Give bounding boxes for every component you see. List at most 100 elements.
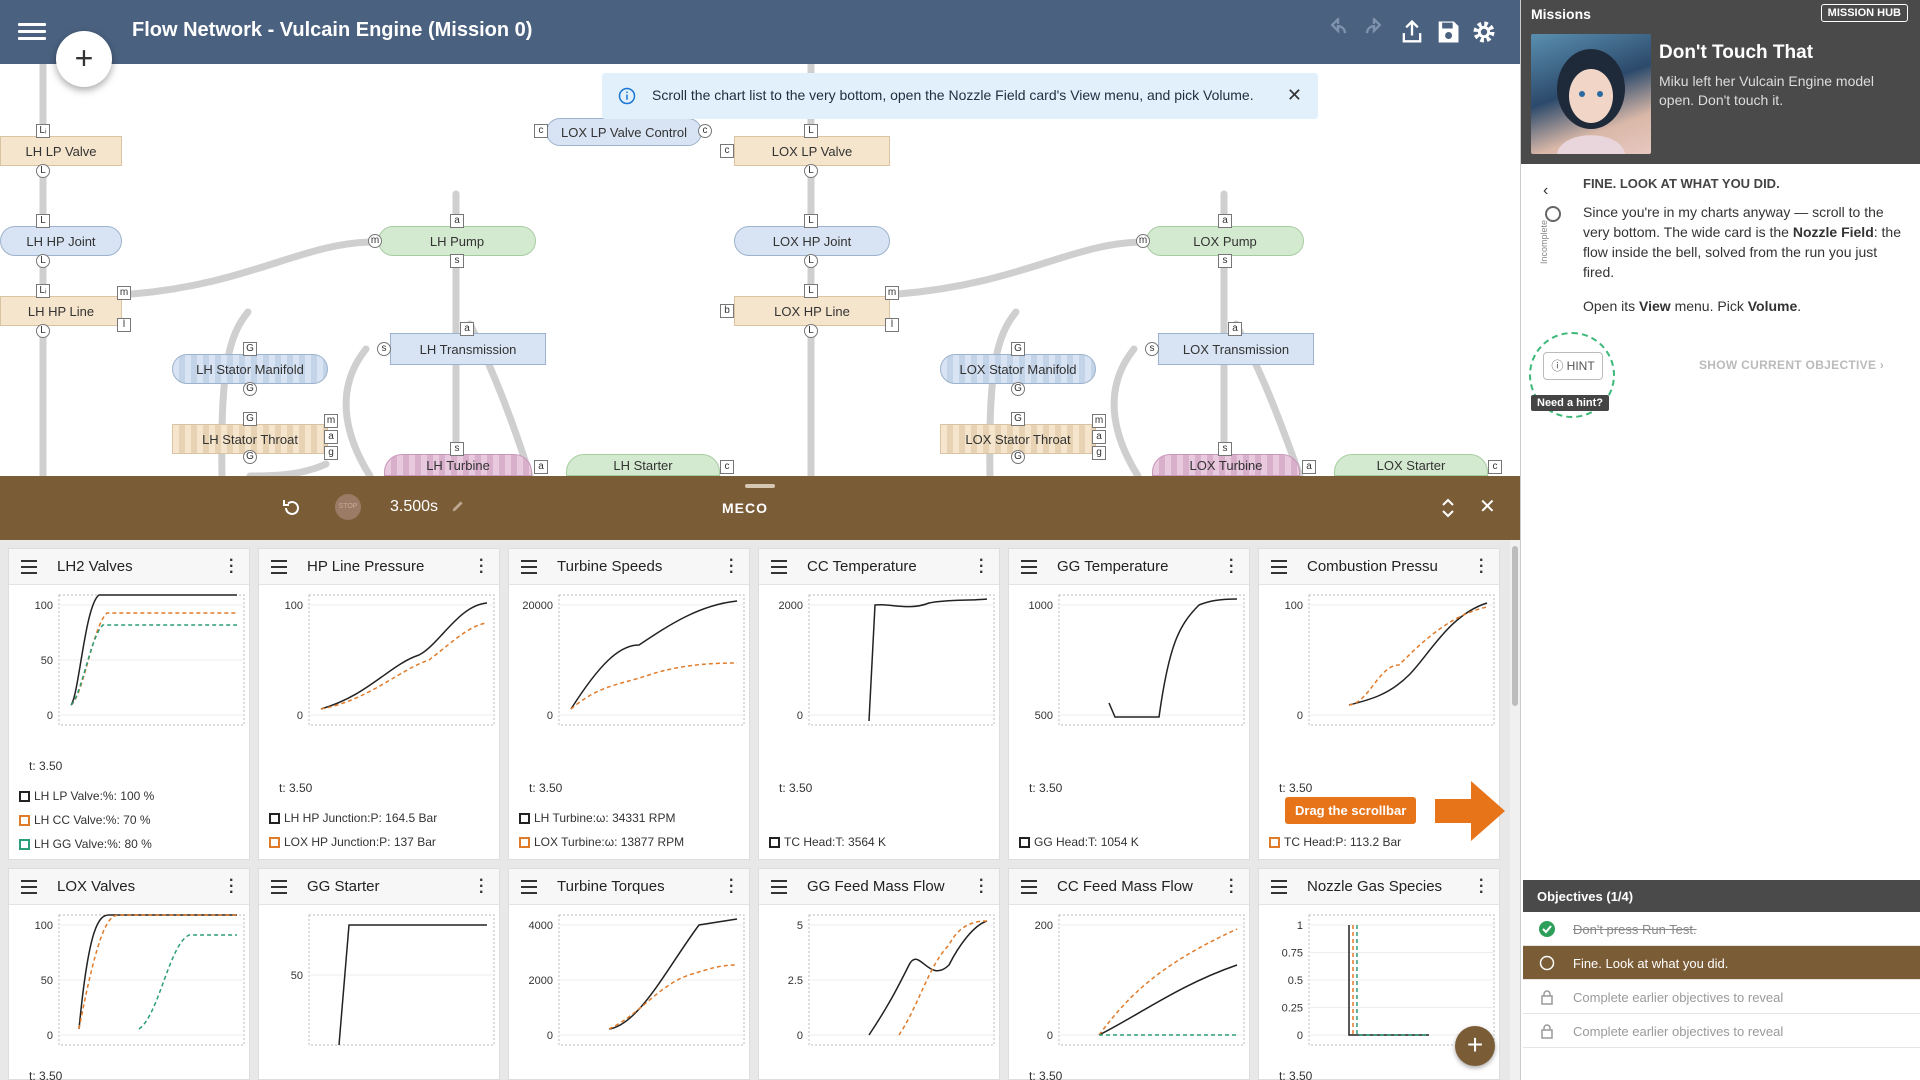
legend-item[interactable]: TC Head:T: 3564 K (769, 835, 886, 849)
redo-icon[interactable] (1360, 18, 1388, 46)
node-lox-starter[interactable]: LOX Starter (1334, 454, 1488, 476)
chart-card-header[interactable]: Turbine Speeds · · · (509, 549, 749, 585)
port[interactable]: G (1011, 382, 1025, 396)
node-lh-hp-line[interactable]: LH HP Line (0, 296, 122, 326)
chart-card-header[interactable]: Turbine Torques · · · (509, 869, 749, 905)
chart-card[interactable]: HP Line Pressure · · · 100 0 t: 3.50 LH HP Junc… (258, 548, 500, 860)
port[interactable]: G (243, 412, 257, 426)
more-vert-icon[interactable]: · · · (979, 873, 985, 901)
more-vert-icon[interactable]: · · · (229, 873, 235, 901)
port[interactable]: L (804, 254, 818, 268)
port[interactable]: L (804, 324, 818, 338)
chevron-left-icon[interactable]: ‹ (1543, 182, 1548, 200)
node-lox-turbine[interactable]: LOX Turbine (1152, 454, 1300, 476)
port[interactable]: c (534, 124, 548, 138)
objective-item[interactable]: Fine. Look at what you did. (1523, 946, 1920, 980)
port[interactable]: G (1011, 450, 1025, 464)
port[interactable]: a (324, 430, 338, 444)
node-lox-pump[interactable]: LOX Pump (1146, 226, 1304, 256)
port[interactable]: m (885, 286, 899, 300)
close-icon[interactable]: ✕ (1287, 85, 1302, 106)
node-lh-hp-joint[interactable]: LH HP Joint (0, 226, 122, 256)
port[interactable]: L (36, 254, 50, 268)
legend-checkbox[interactable] (1019, 837, 1030, 848)
legend-checkbox[interactable] (19, 791, 30, 802)
port[interactable]: m (1136, 234, 1150, 248)
add-chart-button[interactable]: + (1455, 1026, 1495, 1066)
expand-icon[interactable] (1438, 496, 1458, 520)
chart-card-header[interactable]: GG Feed Mass Flow · · · (759, 869, 999, 905)
legend-item[interactable]: LH Turbine:ω: 34331 RPM (519, 811, 675, 825)
legend-checkbox[interactable] (769, 837, 780, 848)
drag-handle-icon[interactable] (1021, 880, 1037, 898)
legend-checkbox[interactable] (519, 837, 530, 848)
chart-card-header[interactable]: Combustion Pressu · · · (1259, 549, 1499, 585)
add-node-button[interactable]: + (56, 31, 112, 87)
hint-button[interactable]: ⓘ HINT (1543, 352, 1603, 380)
node-lh-starter[interactable]: LH Starter (566, 454, 720, 476)
port[interactable]: b (720, 304, 734, 318)
undo-icon[interactable] (1324, 18, 1352, 46)
show-current-objective-button[interactable]: SHOW CURRENT OBJECTIVE › (1699, 358, 1884, 372)
more-vert-icon[interactable]: · · · (1229, 873, 1235, 901)
port[interactable]: a (1092, 430, 1106, 444)
port[interactable]: G (1011, 342, 1025, 356)
drag-handle-icon[interactable] (771, 560, 787, 578)
close-panel-icon[interactable]: ✕ (1479, 494, 1496, 519)
chart-card-header[interactable]: GG Starter · · · (259, 869, 499, 905)
legend-item[interactable]: LH CC Valve:%: 70 % (19, 813, 151, 827)
node-lox-transmission[interactable]: LOX Transmission (1158, 333, 1314, 365)
save-icon[interactable] (1434, 18, 1462, 46)
chart-card[interactable]: GG Feed Mass Flow · · · 5 2.5 0 (758, 868, 1000, 1080)
node-lh-pump[interactable]: LH Pump (378, 226, 536, 256)
more-vert-icon[interactable]: · · · (979, 553, 985, 581)
port[interactable]: G (243, 382, 257, 396)
more-vert-icon[interactable]: · · · (1479, 873, 1485, 901)
chart-card[interactable]: CC Temperature · · · 2000 0 t: 3.50 TC Head:T: … (758, 548, 1000, 860)
more-vert-icon[interactable]: · · · (479, 553, 485, 581)
chart-card[interactable]: GG Temperature · · · 1000 500 t: 3.50 GG Head:T… (1008, 548, 1250, 860)
drag-handle-icon[interactable] (521, 560, 537, 578)
port[interactable]: s (377, 342, 391, 356)
edit-icon[interactable] (450, 498, 466, 514)
restart-icon[interactable] (280, 496, 304, 520)
port[interactable]: m (117, 286, 131, 300)
port[interactable]: G (243, 450, 257, 464)
port[interactable]: s (450, 254, 464, 268)
node-lh-turbine[interactable]: LH Turbine (384, 454, 532, 476)
drag-handle-icon[interactable] (271, 560, 287, 578)
port[interactable]: a (1218, 214, 1232, 228)
legend-checkbox[interactable] (19, 815, 30, 826)
port[interactable]: c (720, 144, 734, 158)
drag-handle-icon[interactable] (521, 880, 537, 898)
node-lox-lp-valve-control[interactable]: LOX LP Valve Control (546, 118, 702, 146)
chart-card-header[interactable]: CC Feed Mass Flow · · · (1009, 869, 1249, 905)
port[interactable]: c (698, 124, 712, 138)
chart-card[interactable]: LH2 Valves · · · 100 50 0 t: 3.50 LH LP Valve:%:… (8, 548, 250, 860)
port[interactable]: a (460, 322, 474, 336)
chart-card-header[interactable]: Nozzle Gas Species · · · (1259, 869, 1499, 905)
drag-handle-icon[interactable] (21, 880, 37, 898)
legend-item[interactable]: LOX Turbine:ω: 13877 RPM (519, 835, 684, 849)
port[interactable]: a (1302, 460, 1316, 474)
legend-checkbox[interactable] (519, 813, 530, 824)
legend-item[interactable]: LH HP Junction:P: 164.5 Bar (269, 811, 437, 825)
drag-handle-icon[interactable] (271, 880, 287, 898)
legend-item[interactable]: LOX HP Junction:P: 137 Bar (269, 835, 436, 849)
more-vert-icon[interactable]: · · · (229, 553, 235, 581)
drag-handle-icon[interactable] (771, 880, 787, 898)
legend-item[interactable]: GG Head:T: 1054 K (1019, 835, 1139, 849)
chart-card[interactable]: LOX Valves · · · 100 50 0 t: 3.50 (8, 868, 250, 1080)
resize-handle[interactable] (745, 484, 775, 488)
legend-checkbox[interactable] (269, 813, 280, 824)
legend-checkbox[interactable] (19, 839, 30, 850)
port[interactable]: L (36, 164, 50, 178)
chart-card[interactable]: Turbine Torques · · · 4000 2000 0 (508, 868, 750, 1080)
port[interactable]: m (324, 414, 338, 428)
legend-checkbox[interactable] (269, 837, 280, 848)
port[interactable]: s (450, 442, 464, 456)
port[interactable]: m (368, 234, 382, 248)
chart-scrollbar[interactable] (1510, 540, 1520, 1080)
port[interactable]: l (885, 318, 899, 332)
menu-icon[interactable] (18, 20, 46, 44)
